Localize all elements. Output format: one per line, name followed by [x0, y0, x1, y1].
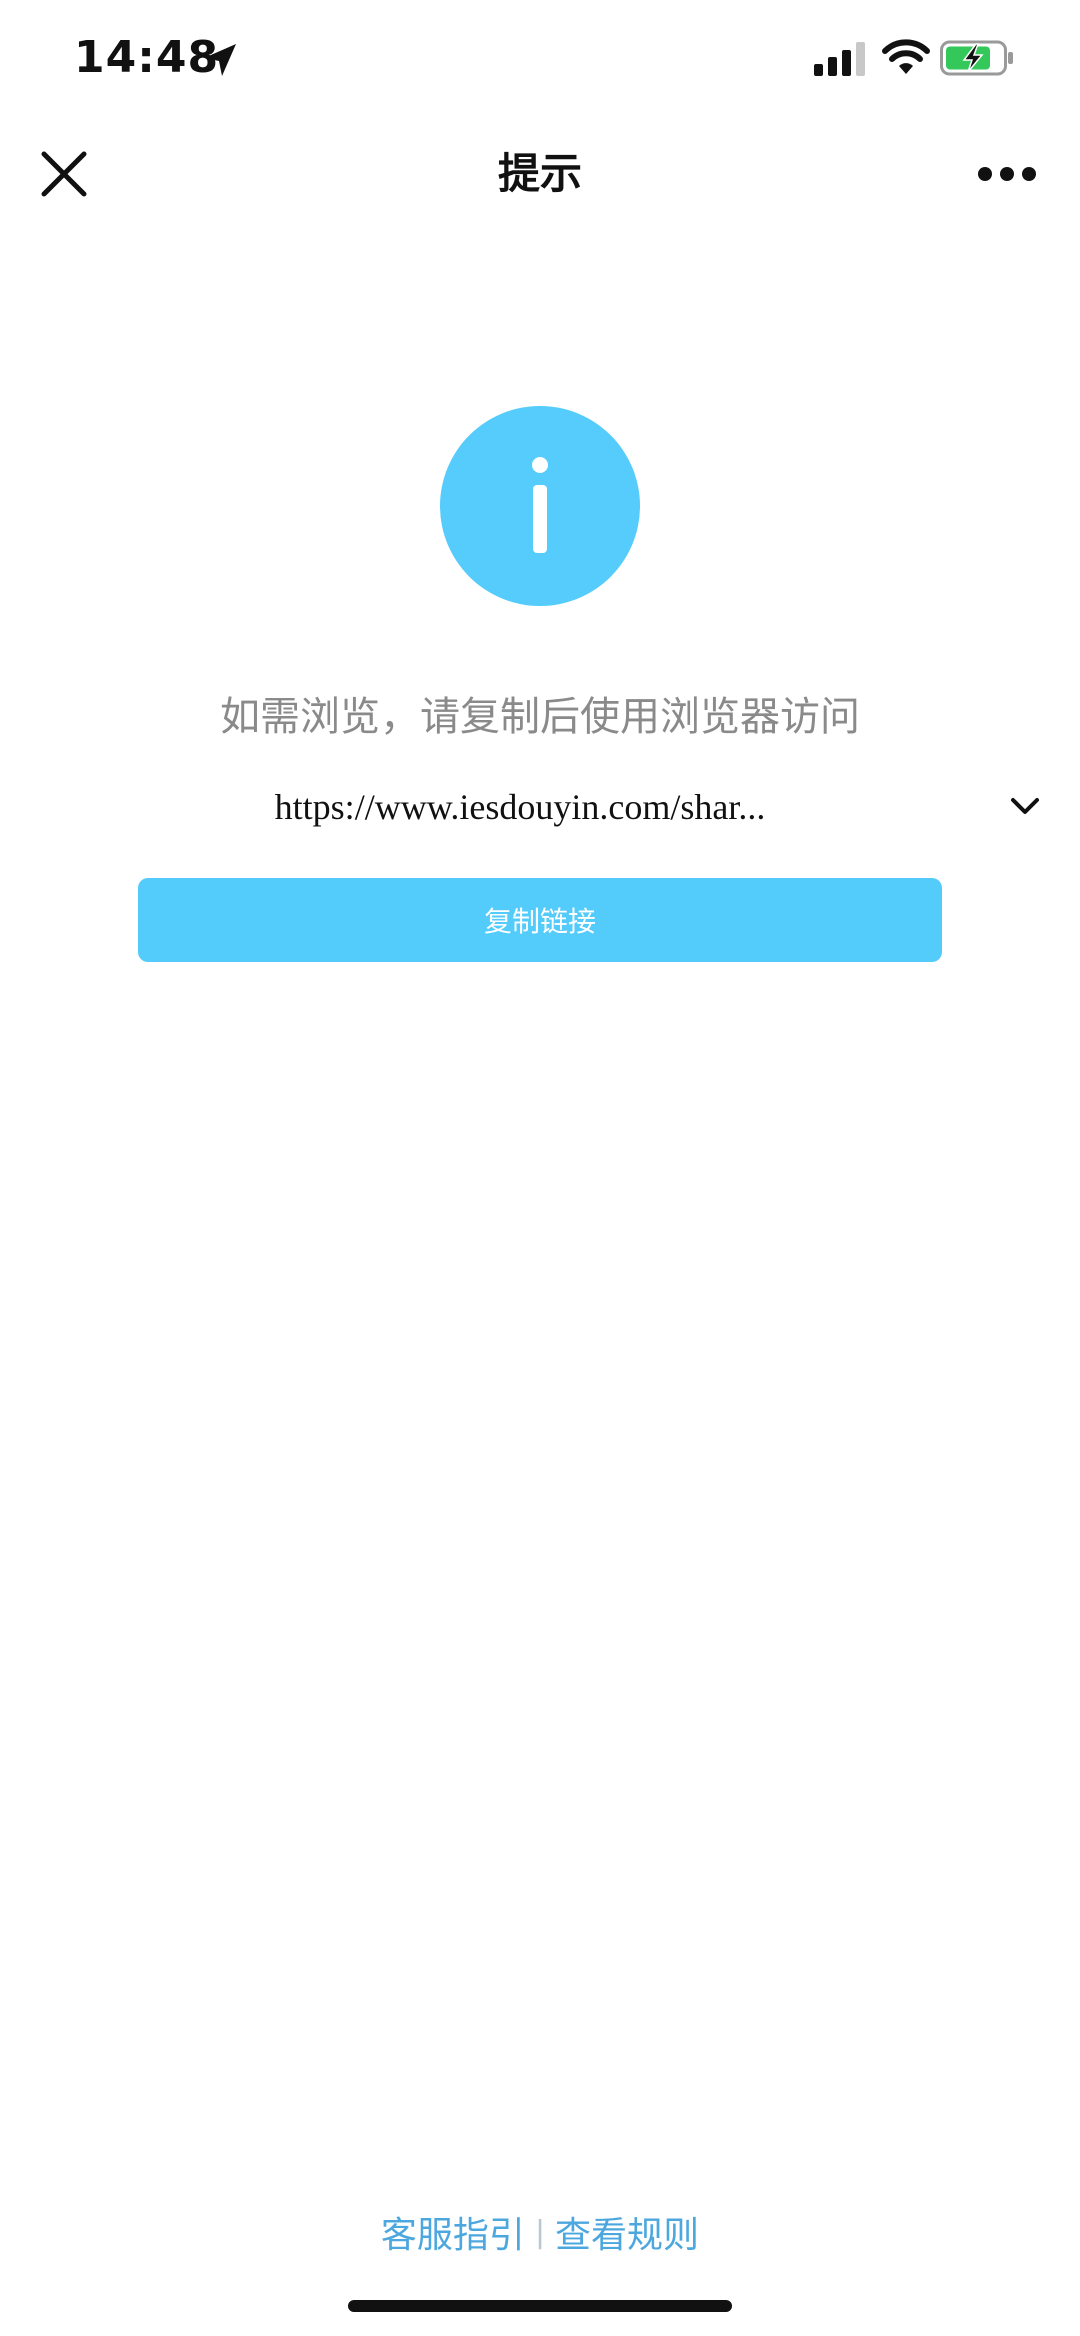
- footer-divider: |: [534, 2214, 546, 2250]
- info-icon-bar: [533, 485, 547, 553]
- more-icon: [978, 167, 1036, 181]
- hint-message: 如需浏览，请复制后使用浏览器访问: [220, 694, 860, 740]
- home-indicator[interactable]: [348, 2300, 732, 2312]
- copy-link-button[interactable]: 复制链接: [138, 878, 942, 962]
- expand-url-button[interactable]: [1000, 786, 1050, 826]
- url-display: https://www.iesdouyin.com/shar...: [274, 787, 766, 827]
- info-icon-dot: [532, 457, 548, 473]
- status-time: 14:48: [74, 32, 220, 83]
- chevron-down-icon: [1011, 798, 1039, 814]
- service-guide-link[interactable]: 客服指引: [381, 2206, 525, 2258]
- view-rules-link[interactable]: 查看规则: [555, 2206, 699, 2258]
- footer-links: 客服指引 | 查看规则: [0, 2206, 1080, 2258]
- more-button[interactable]: [972, 152, 1042, 196]
- page-title: 提示: [497, 149, 582, 198]
- signal-icon: [814, 42, 865, 76]
- battery-charging-icon: [940, 40, 1013, 76]
- location-arrow-icon: [204, 44, 236, 76]
- wifi-icon: [882, 39, 930, 74]
